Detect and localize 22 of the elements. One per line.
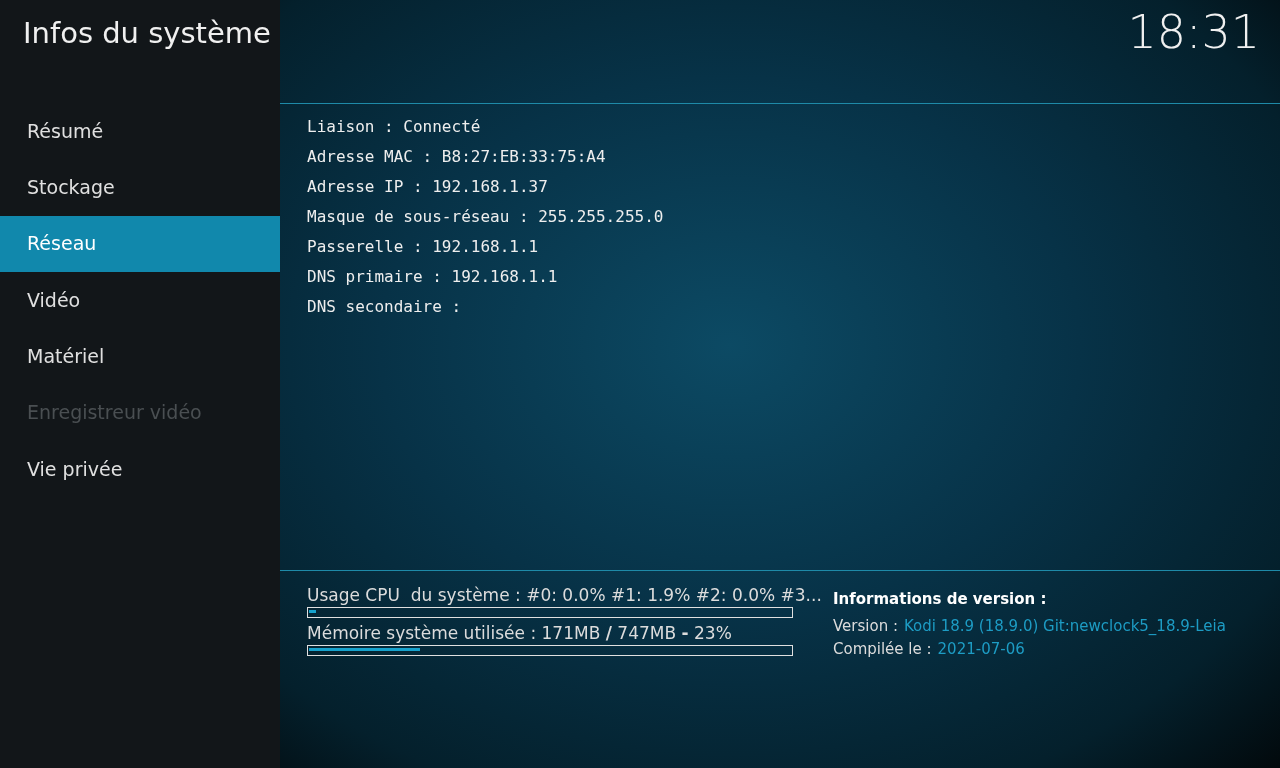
usage-label: Mémoire système utilisée : 171MB / 747MB - 23% bbox=[307, 622, 732, 645]
info-line: DNS secondaire : bbox=[307, 296, 462, 318]
info-line: Masque de sous-réseau : 255.255.255.0 bbox=[307, 206, 664, 228]
version-value: 2021-07-06 bbox=[937, 639, 1025, 660]
page-title: Infos du système bbox=[22, 15, 272, 52]
info-line: Adresse IP : 192.168.1.37 bbox=[307, 176, 548, 198]
version-label: Version : bbox=[833, 616, 898, 637]
usage-label: Usage CPU du système : #0: 0.0% #1: 1.9% #2: 0.0% #3... bbox=[307, 584, 822, 607]
clock: 18:31 bbox=[1127, 4, 1260, 61]
info-line: Adresse MAC : B8:27:EB:33:75:A4 bbox=[307, 146, 606, 168]
sidebar-item[interactable]: Résumé bbox=[0, 103, 280, 160]
version-value: Kodi 18.9 (18.9.0) Git:newclock5_18.9-Leia bbox=[904, 616, 1226, 637]
sidebar-item[interactable]: Matériel bbox=[0, 328, 280, 385]
info-line: DNS primaire : 192.168.1.1 bbox=[307, 266, 558, 288]
info-line: Passerelle : 192.168.1.1 bbox=[307, 236, 539, 258]
version-label: Compilée le : bbox=[833, 639, 932, 660]
version-heading: Informations de version : bbox=[833, 589, 1047, 610]
info-line: Liaison : Connecté bbox=[307, 116, 481, 138]
sidebar-item[interactable]: Stockage bbox=[0, 159, 280, 216]
sidebar-item[interactable]: Vidéo bbox=[0, 271, 280, 329]
sidebar-item[interactable]: Vie privée bbox=[0, 440, 280, 498]
sidebar-item[interactable]: Réseau bbox=[0, 215, 280, 272]
